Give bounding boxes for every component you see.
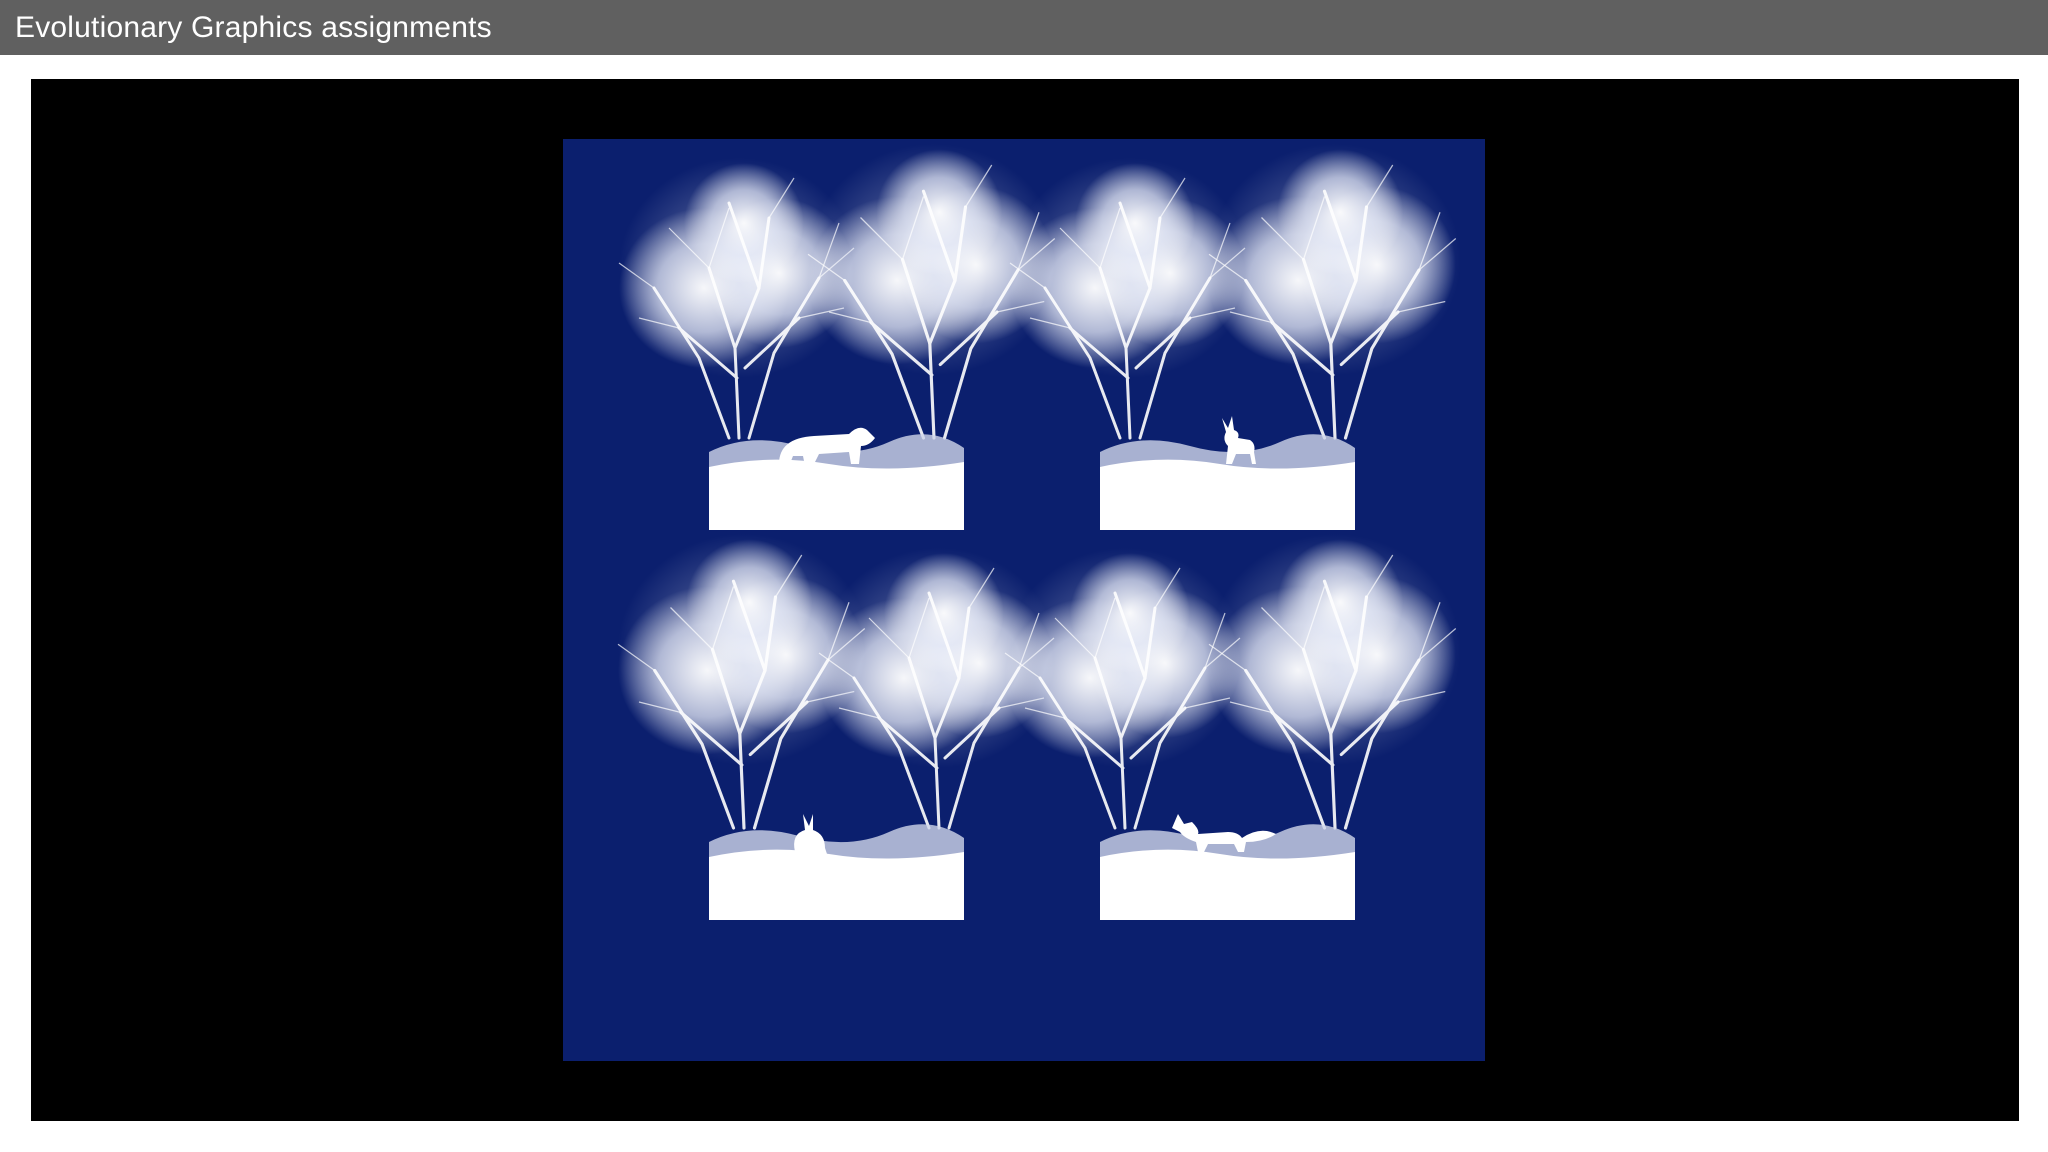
rabbit-icon [794,814,827,854]
panel-bottom-left [616,532,1061,920]
panel-top-left [617,142,1062,530]
title-bar: Evolutionary Graphics assignments [0,0,2048,55]
winter-forest-artwork [563,139,1485,1061]
artwork-canvas [616,142,1463,920]
panel-bottom-right [1003,532,1463,920]
panel-top-right [1008,142,1463,530]
page-title: Evolutionary Graphics assignments [15,10,492,44]
